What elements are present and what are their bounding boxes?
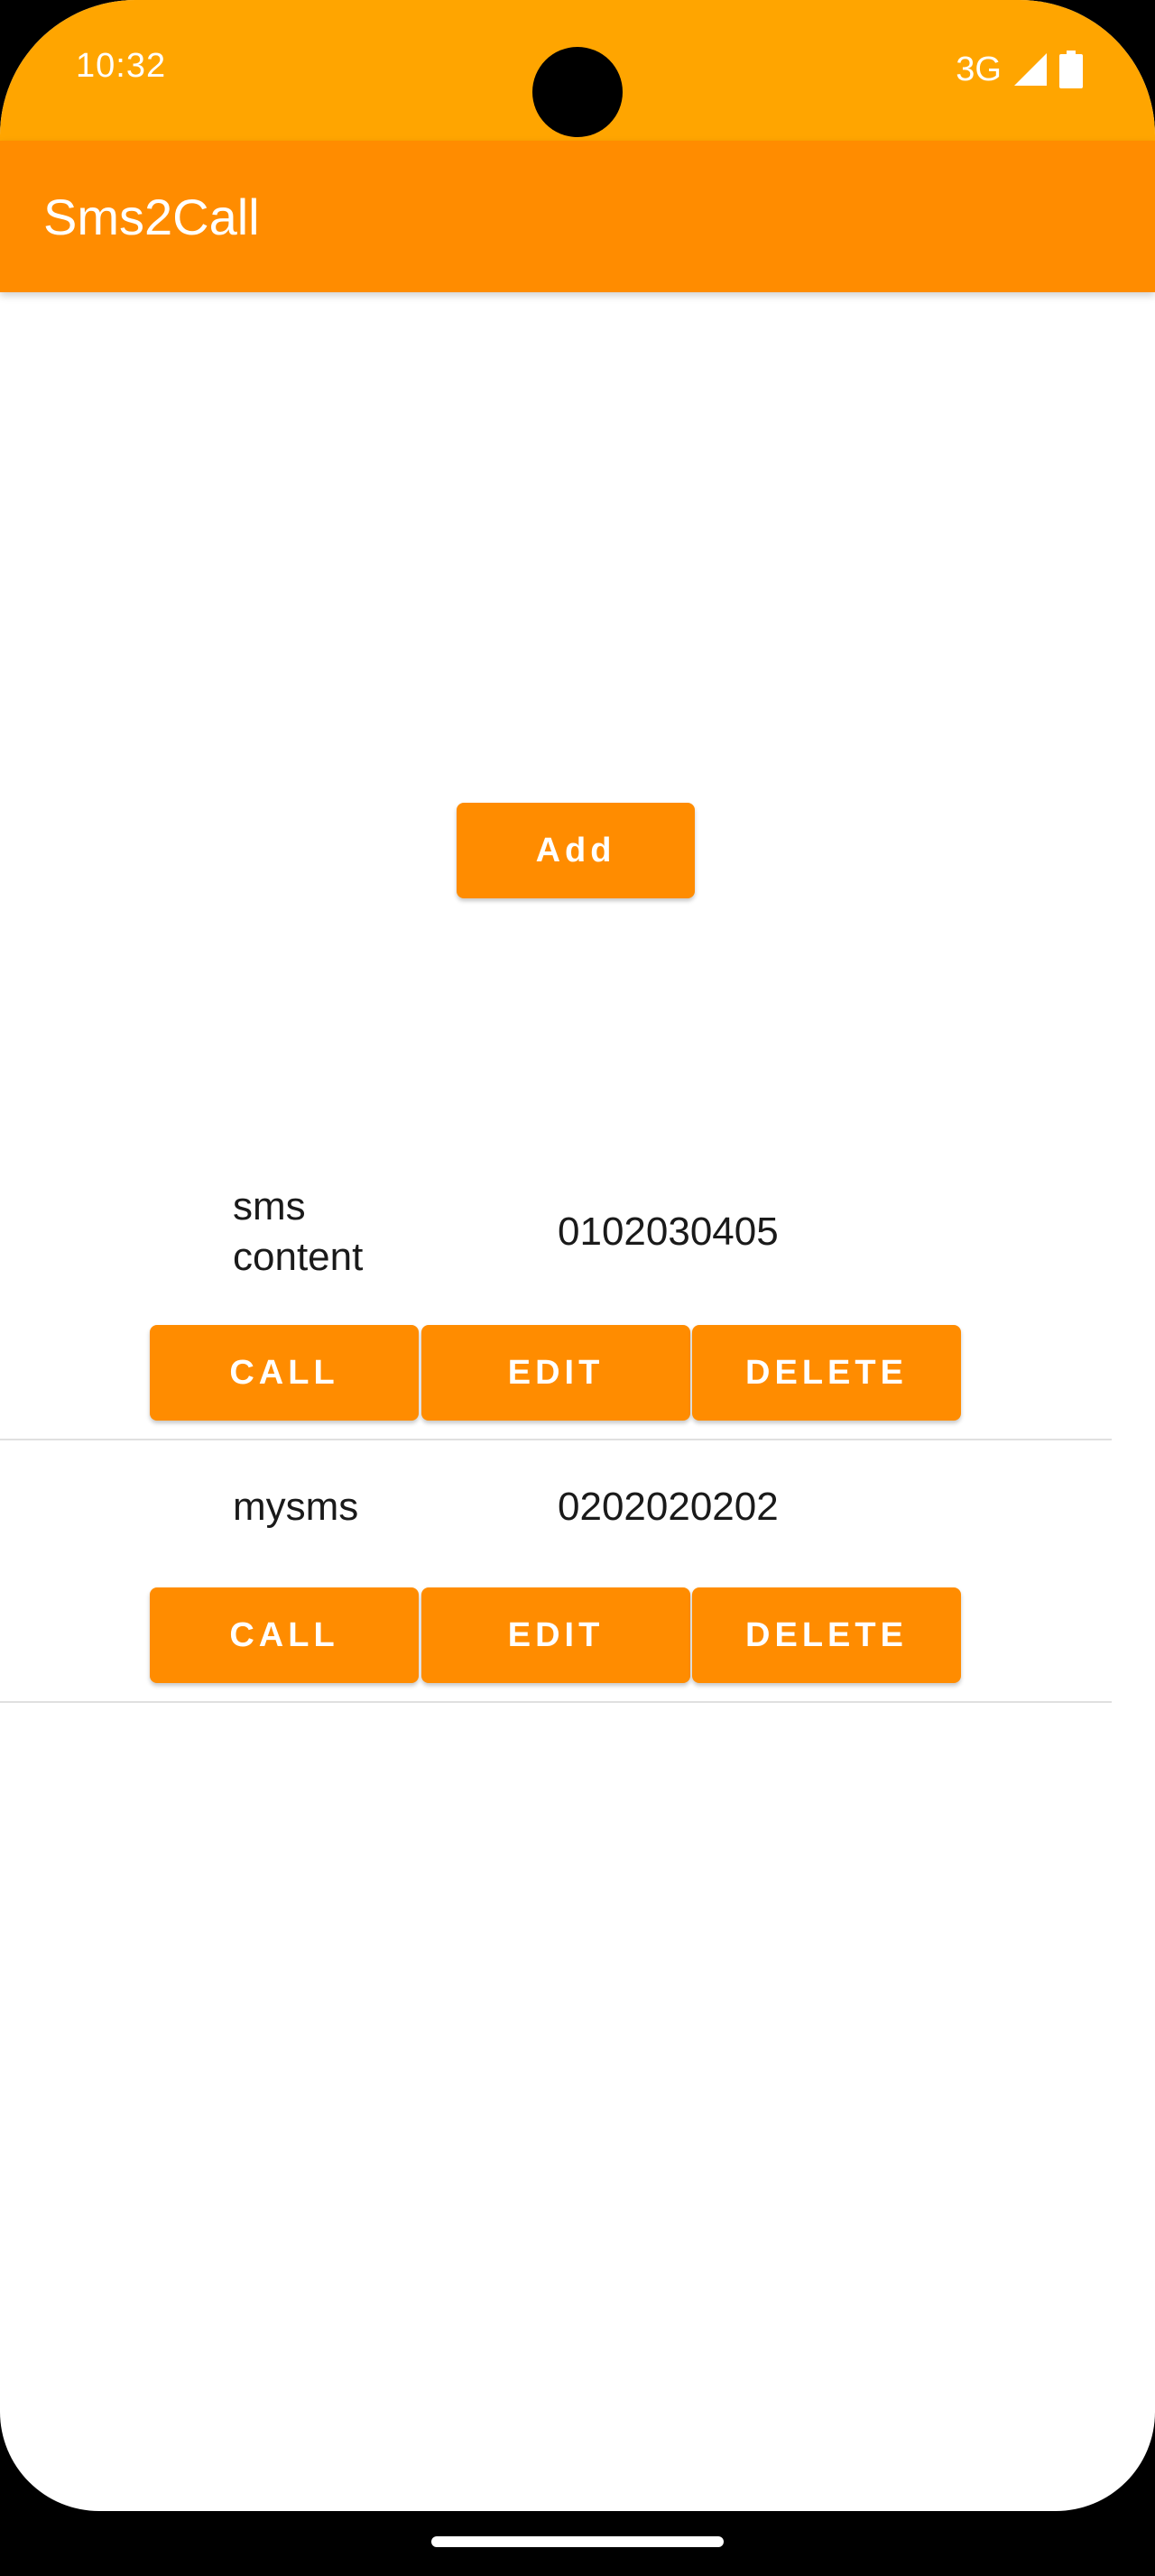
phone-number-text: 0202020202 [558, 1485, 779, 1529]
delete-button[interactable]: DELETE [692, 1325, 961, 1421]
sms-content-text: mysms [233, 1485, 359, 1529]
edit-button[interactable]: EDIT [421, 1587, 690, 1683]
phone-number-text: 0102030405 [558, 1210, 779, 1254]
row-divider [0, 1439, 1112, 1440]
delete-button[interactable]: DELETE [692, 1587, 961, 1683]
signal-icon [1014, 53, 1047, 86]
app-title: Sms2Call [43, 189, 260, 245]
sms-content-text: sms content [233, 1184, 364, 1279]
status-time: 10:32 [76, 47, 167, 85]
gesture-navigation-bar[interactable] [431, 2536, 724, 2547]
edit-button[interactable]: EDIT [421, 1325, 690, 1421]
battery-icon [1059, 51, 1083, 88]
network-type: 3G [956, 50, 1002, 88]
call-button[interactable]: CALL [150, 1325, 419, 1421]
row-divider [0, 1701, 1112, 1703]
app-bar: Sms2Call [0, 141, 1155, 292]
status-bar: 10:32 3G [0, 0, 1155, 141]
camera-cutout [532, 47, 623, 137]
call-button[interactable]: CALL [150, 1587, 419, 1683]
app-screen: 10:32 3G Sms2Call Add sms content 010203… [0, 0, 1155, 2511]
status-icons: 3G [956, 45, 1083, 94]
add-button[interactable]: Add [457, 803, 695, 898]
